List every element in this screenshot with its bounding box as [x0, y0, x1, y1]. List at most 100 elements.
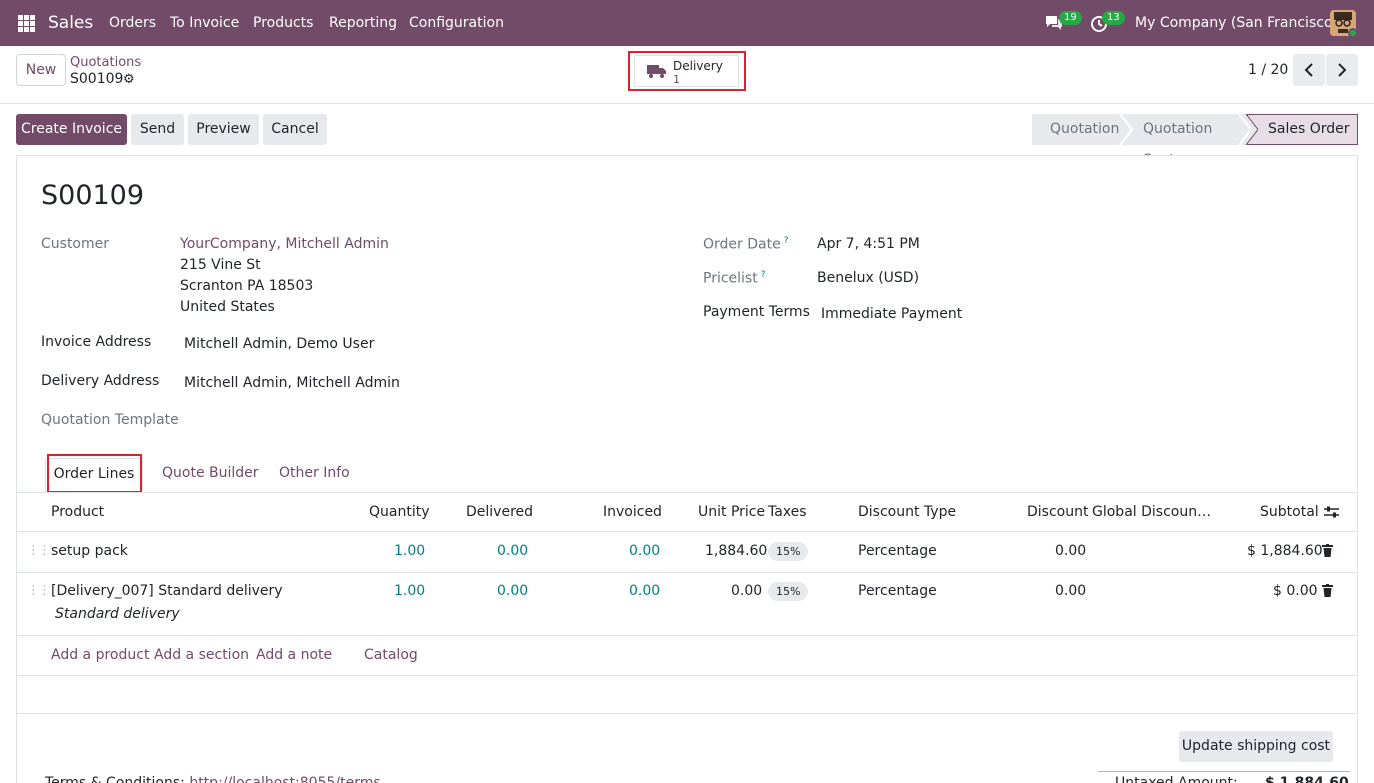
send-button[interactable]: Send — [131, 114, 184, 145]
row-tax-badge[interactable]: 15% — [768, 582, 809, 601]
new-button[interactable]: New — [16, 54, 66, 86]
customer-name-link[interactable]: YourCompany, Mitchell Admin — [180, 236, 389, 252]
order-title: S00109 — [41, 180, 145, 211]
row-unit-price[interactable]: 0.00 — [731, 583, 762, 599]
row-delivered[interactable]: 0.00 — [497, 543, 528, 559]
status-quotation-sent[interactable]: Quotation Sent — [1130, 114, 1248, 168]
row-quantity[interactable]: 1.00 — [394, 583, 425, 599]
column-delivered[interactable]: Delivered — [466, 504, 533, 520]
pricelist-field[interactable]: Benelux (USD) — [817, 270, 919, 286]
row-discount[interactable]: 0.00 — [1055, 583, 1086, 599]
row-divider — [17, 675, 1357, 676]
customer-label: Customer — [41, 236, 110, 252]
online-status-dot — [1348, 28, 1356, 36]
status-quotation[interactable]: Quotation — [1032, 114, 1130, 145]
activities-count-badge: 13 — [1102, 11, 1125, 25]
add-note-link[interactable]: Add a note — [256, 647, 332, 663]
row-product[interactable]: setup pack — [51, 543, 128, 559]
customer-address-line: Scranton PA 18503 — [180, 278, 314, 294]
customer-address-line: 215 Vine St — [180, 257, 261, 273]
row-tax-badge[interactable]: 15% — [768, 542, 809, 561]
row-subtotal: $ 1,884.60 — [1247, 543, 1323, 559]
top-navbar: Sales Orders To Invoice Products Reporti… — [0, 0, 1374, 46]
cancel-button[interactable]: Cancel — [263, 114, 327, 145]
menu-to-invoice[interactable]: To Invoice — [170, 15, 239, 31]
help-tooltip-icon[interactable]: ? — [761, 270, 766, 280]
catalog-link[interactable]: Catalog — [364, 647, 418, 663]
menu-reporting[interactable]: Reporting — [329, 15, 397, 31]
row-discount[interactable]: 0.00 — [1055, 543, 1086, 559]
order-date-field[interactable]: Apr 7, 4:51 PM — [817, 236, 920, 252]
column-taxes[interactable]: Taxes — [768, 504, 807, 520]
menu-products[interactable]: Products — [253, 15, 313, 31]
user-avatar[interactable] — [1330, 10, 1356, 36]
tab-quote-builder[interactable]: Quote Builder — [162, 458, 259, 492]
column-product[interactable]: Product — [51, 504, 104, 520]
row-unit-price[interactable]: 1,884.60 — [705, 543, 767, 559]
create-invoice-button[interactable]: Create Invoice — [16, 114, 127, 145]
terms-link[interactable]: http://localhost:8055/terms — [189, 775, 380, 783]
add-section-link[interactable]: Add a section — [154, 647, 249, 663]
quotation-template-label: Quotation Template — [41, 412, 179, 428]
row-delivered[interactable]: 0.00 — [497, 583, 528, 599]
delivery-label: Delivery — [673, 59, 723, 73]
row-invoiced[interactable]: 0.00 — [629, 583, 660, 599]
row-invoiced[interactable]: 0.00 — [629, 543, 660, 559]
totals-divider — [1098, 771, 1350, 772]
preview-button[interactable]: Preview — [188, 114, 259, 145]
optional-columns-icon[interactable] — [1324, 505, 1339, 519]
invoice-address-field[interactable]: Mitchell Admin, Demo User — [184, 336, 374, 352]
column-subtotal[interactable]: Subtotal — [1260, 504, 1319, 520]
payment-terms-label: Payment Terms — [703, 304, 810, 320]
update-shipping-cost-button[interactable]: Update shipping cost — [1179, 731, 1333, 762]
column-discount-type[interactable]: Discount Type — [858, 504, 956, 520]
breadcrumb-current: S00109 — [70, 71, 124, 87]
row-divider — [17, 713, 1357, 714]
order-date-label: Order Date? — [703, 236, 789, 253]
row-description[interactable]: Standard delivery — [55, 606, 180, 622]
menu-orders[interactable]: Orders — [109, 15, 156, 31]
pager-previous-button[interactable] — [1293, 54, 1325, 86]
order-lines-highlight — [47, 454, 142, 493]
column-unit-price[interactable]: Unit Price — [698, 504, 765, 520]
help-tooltip-icon[interactable]: ? — [784, 236, 789, 246]
payment-terms-field[interactable]: Immediate Payment — [821, 306, 962, 322]
drag-handle-icon[interactable]: ⋮⋮ — [27, 583, 51, 598]
customer-address-line: United States — [180, 299, 275, 315]
row-quantity[interactable]: 1.00 — [394, 543, 425, 559]
column-global-discount[interactable]: Global Discoun… — [1092, 504, 1211, 520]
add-product-link[interactable]: Add a product — [51, 647, 149, 663]
trash-icon[interactable] — [1322, 544, 1333, 557]
delivery-count: 1 — [673, 73, 680, 86]
untaxed-amount-label: Untaxed Amount: — [1115, 775, 1238, 783]
apps-grid-icon[interactable] — [18, 15, 35, 32]
trash-icon[interactable] — [1322, 584, 1333, 597]
untaxed-amount-value: $ 1,884.60 — [1265, 775, 1349, 783]
row-divider — [17, 531, 1357, 532]
column-discount[interactable]: Discount — [1027, 504, 1088, 520]
status-sales-order[interactable]: Sales Order — [1247, 114, 1358, 145]
pager-value[interactable]: 1 / 20 — [1248, 62, 1288, 78]
tab-other-info[interactable]: Other Info — [279, 458, 350, 492]
delivery-smart-button[interactable]: Delivery 1 — [634, 55, 739, 87]
company-switcher[interactable]: My Company (San Francisco) — [1135, 15, 1338, 31]
pager-next-button[interactable] — [1326, 54, 1358, 86]
row-product[interactable]: [Delivery_007] Standard delivery — [51, 583, 283, 599]
delivery-address-field[interactable]: Mitchell Admin, Mitchell Admin — [184, 375, 400, 391]
column-quantity[interactable]: Quantity — [369, 504, 430, 520]
breadcrumb-quotations[interactable]: Quotations — [70, 55, 141, 70]
control-panel: New Quotations S00109 ⚙ Delivery 1 1 / 2… — [0, 46, 1374, 104]
row-discount-type[interactable]: Percentage — [858, 543, 937, 559]
tab-divider — [16, 492, 1358, 493]
messages-count-badge: 19 — [1059, 11, 1082, 25]
invoice-address-label: Invoice Address — [41, 334, 152, 350]
menu-configuration[interactable]: Configuration — [409, 15, 504, 31]
column-invoiced[interactable]: Invoiced — [603, 504, 662, 520]
row-divider — [17, 635, 1357, 636]
row-discount-type[interactable]: Percentage — [858, 583, 937, 599]
app-name[interactable]: Sales — [48, 13, 93, 33]
drag-handle-icon[interactable]: ⋮⋮ — [27, 543, 51, 558]
truck-icon — [647, 65, 666, 78]
gear-icon[interactable]: ⚙ — [123, 72, 135, 87]
terms-conditions: Terms & Conditions: http://localhost:805… — [45, 775, 381, 783]
